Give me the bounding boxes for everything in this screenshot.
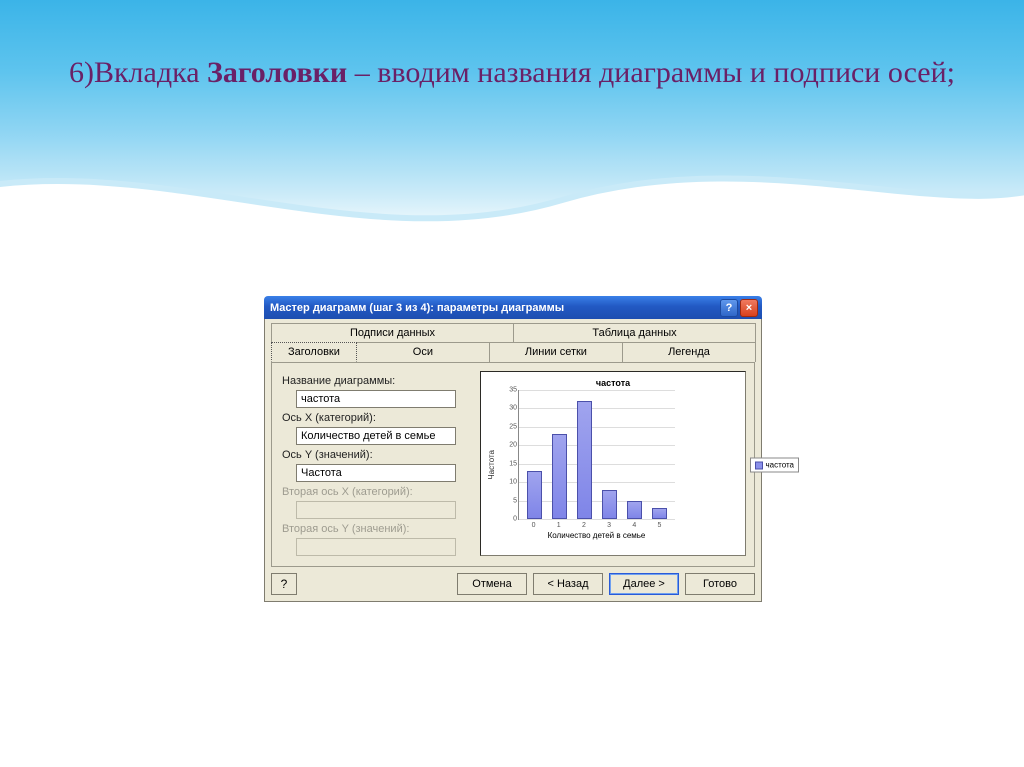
ytick: 0 bbox=[513, 516, 517, 523]
y2-axis-label: Вторая ось Y (значений): bbox=[282, 523, 470, 535]
xtick: 3 bbox=[602, 522, 617, 529]
tab-data-labels[interactable]: Подписи данных bbox=[271, 323, 514, 343]
slide-title-suffix: – вводим названия диаграммы и подписи ос… bbox=[347, 56, 955, 89]
finish-button[interactable]: Готово bbox=[685, 573, 755, 595]
xtick: 1 bbox=[551, 522, 566, 529]
help-icon[interactable]: ? bbox=[720, 299, 738, 317]
preview-chart-title: частота bbox=[487, 378, 739, 388]
cancel-button[interactable]: Отмена bbox=[457, 573, 527, 595]
x2-axis-label: Вторая ось X (категорий): bbox=[282, 486, 470, 498]
ytick: 5 bbox=[513, 497, 517, 504]
chart-title-input[interactable] bbox=[296, 390, 456, 408]
ytick: 10 bbox=[509, 479, 517, 486]
next-button[interactable]: Далее > bbox=[609, 573, 679, 595]
tab-page-titles: Название диаграммы: Ось X (категорий): О… bbox=[271, 362, 755, 567]
xtick: 5 bbox=[652, 522, 667, 529]
ytick: 35 bbox=[509, 387, 517, 394]
close-icon[interactable]: × bbox=[740, 299, 758, 317]
tab-axes[interactable]: Оси bbox=[356, 342, 490, 362]
ytick: 15 bbox=[509, 460, 517, 467]
xtick: 4 bbox=[627, 522, 642, 529]
bar bbox=[552, 434, 567, 519]
tab-gridlines[interactable]: Линии сетки bbox=[489, 342, 623, 362]
legend-label: частота bbox=[766, 461, 795, 470]
ytick: 20 bbox=[509, 442, 517, 449]
tab-row-secondary: Подписи данных Таблица данных bbox=[271, 323, 755, 343]
bar bbox=[627, 501, 642, 519]
x-axis-input[interactable] bbox=[296, 427, 456, 445]
y2-axis-input bbox=[296, 538, 456, 556]
x-axis-label: Ось X (категорий): bbox=[282, 412, 470, 424]
titles-form: Название диаграммы: Ось X (категорий): О… bbox=[280, 371, 470, 556]
y-axis-input[interactable] bbox=[296, 464, 456, 482]
legend-swatch bbox=[755, 461, 763, 469]
preview-xlabel: Количество детей в семье bbox=[518, 531, 675, 540]
slide-title-bold: Заголовки bbox=[207, 56, 347, 89]
preview-plot-area: 05101520253035 bbox=[518, 390, 675, 520]
xtick: 0 bbox=[526, 522, 541, 529]
slide-title: 6)Вкладка Заголовки – вводим названия ди… bbox=[0, 50, 1024, 95]
chart-preview: частота Частота 05101520253035 012345 Ко… bbox=[480, 371, 746, 556]
dialog-body: Подписи данных Таблица данных Заголовки … bbox=[264, 319, 762, 602]
ytick: 30 bbox=[509, 405, 517, 412]
bar bbox=[602, 490, 617, 519]
back-button[interactable]: < Назад bbox=[533, 573, 603, 595]
dialog-help-button[interactable]: ? bbox=[271, 573, 297, 595]
chart-title-label: Название диаграммы: bbox=[282, 375, 470, 387]
chart-wizard-dialog: Мастер диаграмм (шаг 3 из 4): параметры … bbox=[264, 296, 762, 602]
tab-data-table[interactable]: Таблица данных bbox=[513, 323, 756, 343]
y-axis-label: Ось Y (значений): bbox=[282, 449, 470, 461]
dialog-titlebar[interactable]: Мастер диаграмм (шаг 3 из 4): параметры … bbox=[264, 296, 762, 319]
tab-titles[interactable]: Заголовки bbox=[271, 342, 357, 362]
preview-legend: частота bbox=[750, 458, 800, 473]
slide-title-prefix: 6)Вкладка bbox=[69, 56, 207, 89]
bar bbox=[652, 508, 667, 519]
x2-axis-input bbox=[296, 501, 456, 519]
xtick: 2 bbox=[576, 522, 591, 529]
ytick: 25 bbox=[509, 423, 517, 430]
dialog-title: Мастер диаграмм (шаг 3 из 4): параметры … bbox=[270, 302, 718, 314]
bar bbox=[577, 401, 592, 519]
slide-wave-decoration bbox=[0, 140, 1024, 280]
dialog-button-row: ? Отмена < Назад Далее > Готово bbox=[271, 567, 755, 595]
tab-legend[interactable]: Легенда bbox=[622, 342, 756, 362]
preview-ylabel: Частота bbox=[487, 450, 496, 480]
tab-row-primary: Заголовки Оси Линии сетки Легенда bbox=[271, 342, 755, 362]
bar bbox=[527, 471, 542, 519]
question-icon: ? bbox=[281, 577, 288, 591]
